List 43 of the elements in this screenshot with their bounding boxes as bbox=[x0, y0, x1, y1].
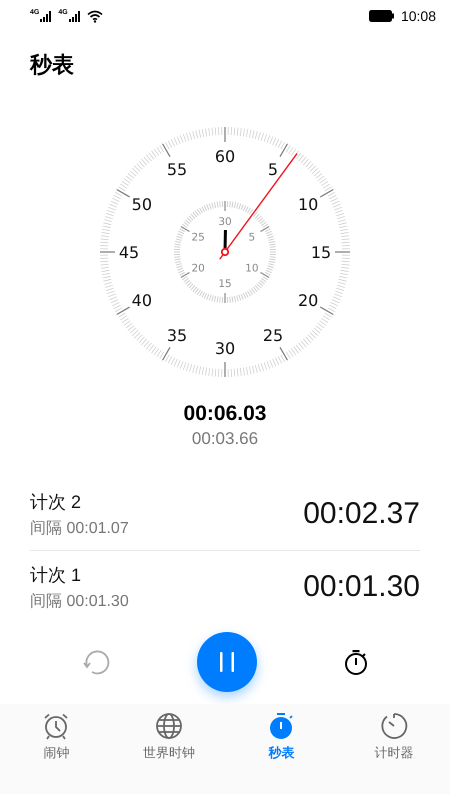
current-lap-time: 00:03.66 bbox=[192, 429, 258, 449]
globe-icon bbox=[154, 712, 183, 740]
dial-number: 5 bbox=[268, 160, 278, 179]
lap-label: 计次 1 bbox=[30, 564, 82, 586]
stopwatch-icon bbox=[342, 648, 370, 676]
pause-button[interactable] bbox=[197, 632, 257, 692]
dial-number: 55 bbox=[166, 160, 188, 179]
nav-tab[interactable]: 闹钟 bbox=[0, 712, 112, 764]
dial-number: 20 bbox=[298, 291, 318, 310]
dial-number: 35 bbox=[166, 326, 188, 346]
lap-time: 00:01.30 bbox=[303, 570, 420, 604]
battery-icon bbox=[368, 10, 395, 22]
lap-label: 计次 2 bbox=[30, 490, 82, 514]
nav-tab[interactable]: 秒表 bbox=[225, 712, 338, 764]
wifi-icon bbox=[86, 10, 103, 22]
dial-number: 40 bbox=[132, 291, 152, 310]
timer-icon bbox=[380, 712, 408, 740]
signal-icon bbox=[40, 10, 52, 22]
dial-number: 45 bbox=[118, 243, 140, 262]
nav-tab[interactable]: 计时器 bbox=[338, 712, 450, 764]
clock-time: 10:08 bbox=[400, 8, 436, 24]
subdial-number: 25 bbox=[191, 232, 205, 244]
dial-number: 30 bbox=[214, 339, 236, 358]
lap-interval: 间隔 00:01.07 bbox=[30, 518, 130, 538]
stopwatch-icon bbox=[267, 712, 296, 740]
elapsed-time: 00:06.03 bbox=[184, 402, 266, 426]
nav-tab[interactable]: 世界时钟 bbox=[112, 712, 225, 764]
lap-button[interactable] bbox=[342, 648, 370, 676]
dial-number: 15 bbox=[310, 243, 332, 262]
dial-number: 60 bbox=[214, 147, 236, 166]
subdial-number: 10 bbox=[245, 262, 259, 274]
alarm-icon bbox=[42, 712, 70, 740]
subdial-number: 20 bbox=[191, 262, 205, 274]
signal-icon bbox=[68, 10, 81, 22]
page-title: 秒表 bbox=[30, 52, 74, 77]
lap-time: 00:02.37 bbox=[303, 497, 420, 531]
subdial-number: 5 bbox=[248, 232, 256, 244]
dial-number: 10 bbox=[298, 195, 318, 214]
subdial-number: 15 bbox=[218, 278, 232, 290]
dial-number: 25 bbox=[262, 326, 284, 346]
lap-interval: 间隔 00:01.30 bbox=[30, 592, 130, 612]
dial-number: 50 bbox=[132, 195, 152, 214]
subdial-number: 30 bbox=[218, 216, 232, 228]
